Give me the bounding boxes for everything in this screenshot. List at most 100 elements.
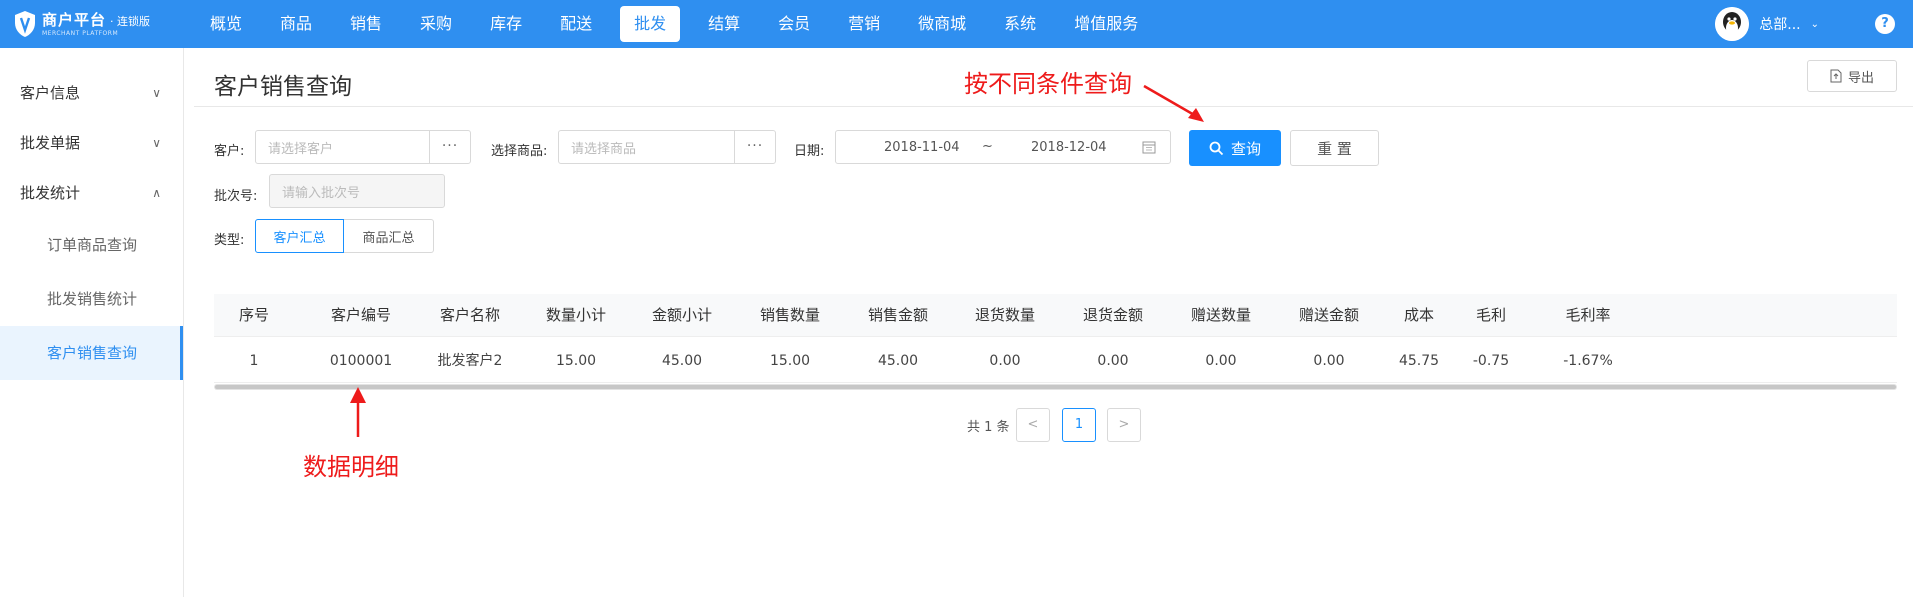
annotation-query-conditions: 按不同条件查询 [964,70,1132,98]
column-header: 客户编号 [330,306,391,324]
main-content: 客户销售查询 导出 客户: 请选择客户 ··· 选择商品: 请选择商品 ··· … [184,48,1913,597]
type-option-label: 客户汇总 [273,230,326,246]
nav-item-11[interactable]: 系统 [994,0,1046,48]
date-label: 日期: [794,144,825,159]
nav-item-0[interactable]: 概览 [200,0,252,48]
table-cell: 批发客户2 [437,353,503,369]
goods-label: 选择商品: [491,144,548,159]
nav-item-12[interactable]: 增值服务 [1064,0,1148,48]
prev-page-button[interactable]: < [1016,408,1050,442]
nav-item-10[interactable]: 微商城 [908,0,976,48]
sidebar-item-wholesale-sales-stats[interactable]: 批发销售统计 [0,272,183,326]
batch-input[interactable]: 请输入批次号 [269,174,445,208]
type-option-customer[interactable]: 客户汇总 [255,219,344,253]
more-icon[interactable]: ··· [429,131,470,163]
page-number: 1 [1074,417,1084,432]
nav-item-2[interactable]: 销售 [340,0,392,48]
table-row[interactable]: 1 0100001 批发客户2 15.00 45.00 15.00 45.00 0.00 0.0… [214,340,1897,383]
column-header: 毛利 [1475,306,1506,324]
sidebar: 客户信息 ∨ 批发单据 ∨ 批发统计 ∧ 订单商品查询 批发销售统计 客户销售查… [0,48,184,597]
goods-select[interactable]: 请选择商品 ··· [558,130,776,164]
customer-label: 客户: [214,144,245,159]
table-cell: 45.00 [661,353,703,369]
sidebar-item-order-goods-query[interactable]: 订单商品查询 [0,218,183,272]
date-end: 2018-12-04 [1031,140,1107,155]
sidebar-group-customer-info[interactable]: 客户信息 ∨ [0,68,183,118]
sidebar-group-wholesale-stats[interactable]: 批发统计 ∧ [0,168,183,218]
scrollbar-thumb[interactable] [215,385,1896,389]
table-cell: 1 [249,353,259,369]
horizontal-scrollbar[interactable] [214,384,1897,390]
chevron-down-icon: ∨ [152,86,161,100]
page-title: 客户销售查询 [214,74,352,100]
help-icon[interactable]: ? [1875,14,1895,34]
table-cell: 0.00 [1097,353,1129,369]
column-header: 数量小计 [545,306,606,324]
column-header: 赠送数量 [1190,306,1251,324]
sidebar-item-customer-sales-query[interactable]: 客户销售查询 [0,326,183,380]
customer-select[interactable]: 请选择客户 ··· [255,130,471,164]
sidebar-group-label: 批发统计 [20,184,81,202]
chevron-up-icon: ∧ [152,186,161,200]
pagination-total: 共 1 条 [967,420,1010,435]
next-page-button[interactable]: > [1107,408,1141,442]
column-header: 退货数量 [974,306,1035,324]
main-nav: 概览 商品 销售 采购 库存 配送 批发 结算 会员 营销 微商城 系统 增值服务 [200,0,1166,48]
date-range-picker[interactable]: 2018-11-04 ~ 2018-12-04 [835,130,1171,164]
nav-item-5[interactable]: 配送 [550,0,602,48]
avatar [1715,7,1750,41]
type-option-goods[interactable]: 商品汇总 [344,219,434,253]
penguin-avatar-icon [1715,7,1750,41]
nav-item-4[interactable]: 库存 [480,0,532,48]
user-name: 总部... [1759,17,1801,33]
table-cell: 15.00 [555,353,597,369]
column-header: 退货金额 [1082,306,1143,324]
customer-placeholder: 请选择客户 [268,141,334,157]
brand-title: 商户平台 [42,10,107,29]
chevron-left-icon: < [1027,417,1039,432]
chevron-down-icon: ⌄ [1810,18,1819,30]
sidebar-group-wholesale-docs[interactable]: 批发单据 ∨ [0,118,183,168]
annotation-arrow-icon [1143,84,1204,122]
nav-item-3[interactable]: 采购 [410,0,462,48]
batch-placeholder: 请输入批次号 [282,185,361,201]
chevron-right-icon: > [1118,417,1130,432]
export-label: 导出 [1847,70,1874,86]
brand-logo[interactable]: 商户平台 · 连锁版 MERCHANT PLATFORM [14,8,150,40]
top-navbar: 商户平台 · 连锁版 MERCHANT PLATFORM 概览 商品 销售 采购 库存 配送… [0,0,1913,48]
nav-item-6[interactable]: 批发 [620,6,681,42]
column-header: 毛利率 [1565,306,1611,324]
user-menu[interactable]: 总部... ⌄ [1715,6,1819,42]
shield-logo-icon [15,11,35,37]
chevron-down-icon: ∨ [152,136,161,150]
table-cell: 15.00 [769,353,811,369]
sidebar-group-label: 批发单据 [20,134,81,152]
search-icon [1209,141,1224,155]
nav-item-1[interactable]: 商品 [270,0,322,48]
brand-edition: · 连锁版 [110,14,151,28]
export-button[interactable]: 导出 [1807,60,1897,92]
date-separator: ~ [982,139,993,154]
sidebar-item-label: 客户销售查询 [47,344,138,362]
sidebar-item-label: 批发销售统计 [47,290,138,308]
title-divider [194,106,1913,107]
more-icon[interactable]: ··· [734,131,775,163]
date-start: 2018-11-04 [884,140,960,155]
type-label: 类型: [214,233,245,248]
export-file-icon [1830,69,1842,83]
goods-placeholder: 请选择商品 [571,141,637,157]
table-cell: -1.67% [1563,353,1613,369]
column-header: 序号 [238,306,269,324]
table-cell: -0.75 [1472,353,1510,369]
nav-item-7[interactable]: 结算 [698,0,750,48]
column-header: 销售数量 [759,306,820,324]
page-1-button[interactable]: 1 [1062,408,1096,442]
nav-item-9[interactable]: 营销 [838,0,890,48]
nav-item-8[interactable]: 会员 [768,0,820,48]
query-button[interactable]: 查询 [1189,130,1281,166]
column-header: 赠送金额 [1298,306,1359,324]
reset-button[interactable]: 重 置 [1290,130,1379,166]
table-cell: 0.00 [989,353,1021,369]
column-header: 客户名称 [439,306,500,324]
table-cell: 45.00 [877,353,919,369]
